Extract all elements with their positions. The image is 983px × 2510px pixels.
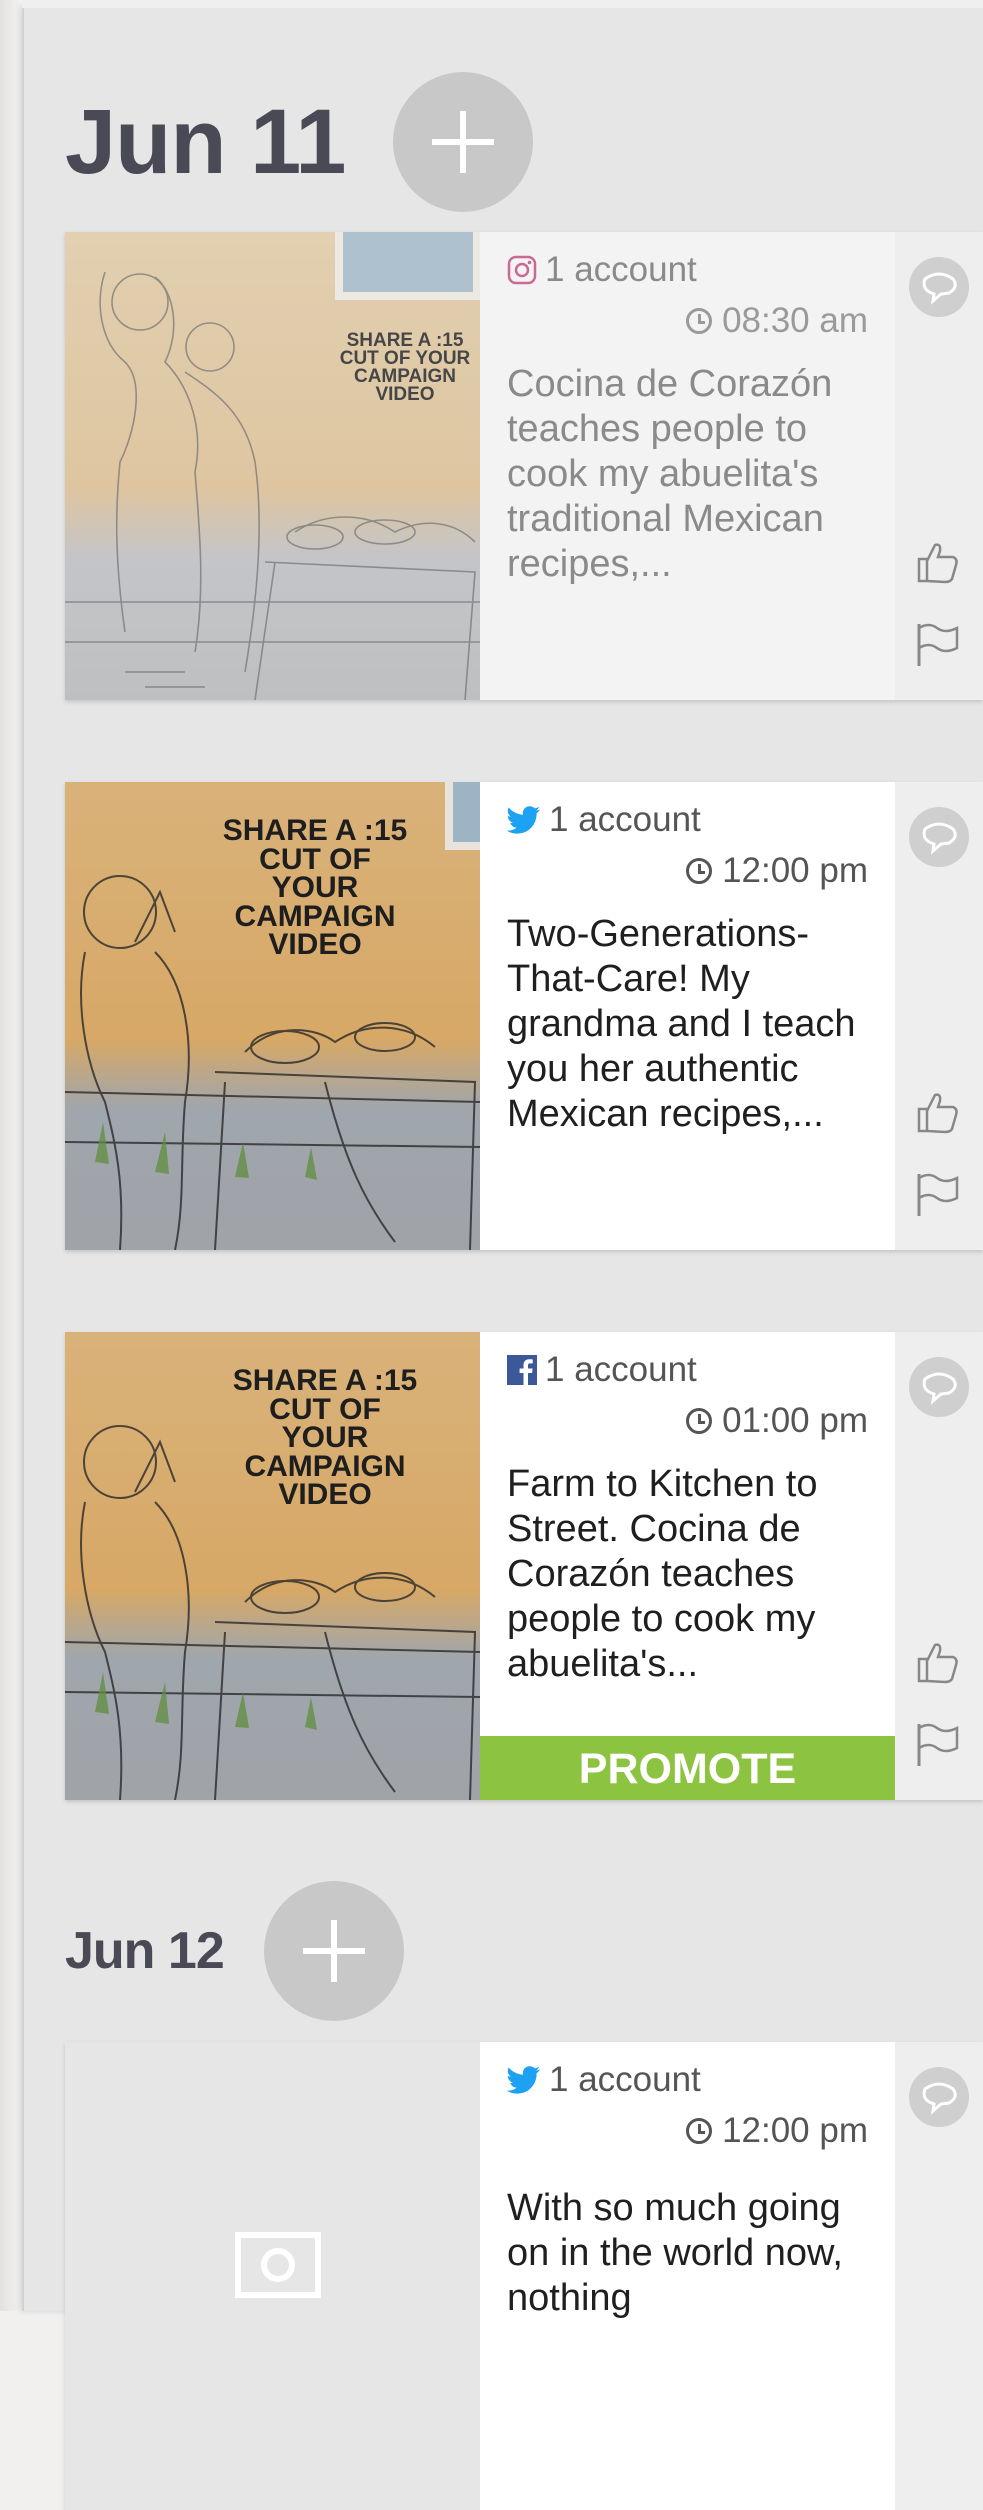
clock-icon — [686, 858, 713, 884]
post-actions — [895, 232, 983, 700]
page-edge — [0, 0, 22, 2311]
flag-icon[interactable] — [913, 1720, 961, 1773]
day-header-jun-11: Jun 11 — [65, 72, 534, 212]
image-caption: SHARE A :15 CUT OF YOUR CAMPAIGN VIDEO — [339, 330, 471, 406]
clock-icon — [686, 308, 713, 334]
post-text: With so much going on in the world now, … — [507, 2187, 843, 2319]
account-count: 1 account — [545, 250, 697, 289]
clock-icon — [686, 1408, 713, 1434]
twitter-icon — [507, 806, 541, 834]
post-time: 08:30 am — [722, 301, 868, 340]
post-body[interactable]: 1 account 08:30 am Cocina de Corazón tea… — [480, 232, 895, 700]
account-count: 1 account — [549, 800, 701, 839]
post-text: Two-Generations-That-Care! My grandma an… — [507, 913, 856, 1135]
thumbs-up-icon[interactable] — [913, 537, 961, 590]
flag-icon[interactable] — [913, 620, 961, 673]
sketch-illustration — [65, 271, 480, 700]
promote-button[interactable]: PROMOTE — [480, 1736, 895, 1800]
comment-icon[interactable] — [907, 807, 971, 872]
add-post-button[interactable] — [263, 1881, 404, 2021]
post-card[interactable]: SHARE A :15 CUT OF YOUR CAMPAIGN VIDEO 1… — [65, 1332, 983, 1800]
account-count: 1 account — [549, 2060, 701, 2099]
flag-icon[interactable] — [913, 1170, 961, 1223]
facebook-icon — [507, 1355, 537, 1385]
add-post-button[interactable] — [393, 72, 534, 212]
post-time: 12:00 pm — [722, 851, 868, 890]
thumbs-up-icon[interactable] — [913, 1637, 961, 1690]
day-title: Jun 11 — [65, 90, 346, 193]
twitter-icon — [507, 2066, 541, 2094]
post-actions — [895, 782, 983, 1250]
account-line: 1 account — [507, 800, 868, 840]
post-text: Cocina de Corazón teaches people to cook… — [507, 363, 833, 585]
comment-icon[interactable] — [907, 257, 971, 322]
account-line: 1 account — [507, 2060, 868, 2100]
post-actions — [895, 2042, 983, 2510]
post-body[interactable]: 1 account 12:00 pm Two-Generations-That-… — [480, 782, 895, 1250]
post-image[interactable]: SHARE A :15 CUT OF YOUR CAMPAIGN VIDEO — [65, 232, 480, 700]
clock-icon — [686, 2118, 713, 2144]
account-line: 1 account — [507, 1350, 868, 1390]
post-time: 01:00 pm — [722, 1401, 868, 1440]
image-icon — [235, 2232, 321, 2298]
post-card[interactable]: SHARE A :15 CUT OF YOUR CAMPAIGN VIDEO 1… — [65, 782, 983, 1250]
post-image[interactable]: SHARE A :15 CUT OF YOUR CAMPAIGN VIDEO — [65, 782, 480, 1250]
image-caption: SHARE A :15 CUT OF YOUR CAMPAIGN VIDEO — [232, 1364, 418, 1511]
post-image[interactable]: SHARE A :15 CUT OF YOUR CAMPAIGN VIDEO — [65, 1332, 480, 1800]
post-image-placeholder[interactable] — [65, 2042, 480, 2510]
time-line: 12:00 pm — [507, 2110, 868, 2152]
post-time: 12:00 pm — [722, 2111, 868, 2150]
account-count: 1 account — [545, 1350, 697, 1389]
time-line: 08:30 am — [507, 300, 868, 342]
post-text: Farm to Kitchen to Street. Cocina de Cor… — [507, 1463, 818, 1685]
image-caption: SHARE A :15 CUT OF YOUR CAMPAIGN VIDEO — [222, 814, 408, 961]
post-actions — [895, 1332, 983, 1800]
instagram-icon — [507, 255, 537, 285]
panel-top-edge — [22, 0, 983, 8]
thumbs-up-icon[interactable] — [913, 1087, 961, 1140]
post-card[interactable]: SHARE A :15 CUT OF YOUR CAMPAIGN VIDEO 1… — [65, 232, 983, 700]
day-title: Jun 12 — [65, 1922, 225, 1980]
comment-icon[interactable] — [907, 1357, 971, 1422]
account-line: 1 account — [507, 250, 868, 290]
time-line: 01:00 pm — [507, 1400, 868, 1442]
time-line: 12:00 pm — [507, 850, 868, 892]
post-body[interactable]: 1 account 01:00 pm Farm to Kitchen to St… — [480, 1332, 895, 1800]
post-card[interactable]: 1 account 12:00 pm With so much going on… — [65, 2042, 983, 2510]
day-header-jun-12: Jun 12 — [65, 1881, 404, 2021]
post-body[interactable]: 1 account 12:00 pm With so much going on… — [480, 2042, 895, 2510]
comment-icon[interactable] — [907, 2067, 971, 2132]
